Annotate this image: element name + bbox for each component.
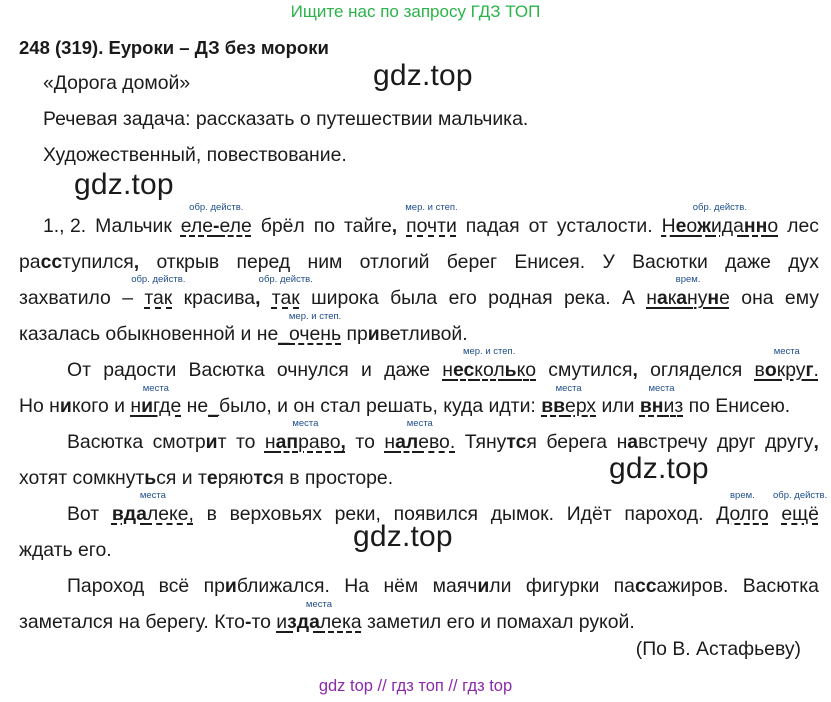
source-attribution: (По В. Астафьеву) (635, 638, 801, 660)
text-title: «Дорога домой» (43, 72, 191, 94)
watermark: gdz.top (609, 452, 709, 485)
watermark: gdz.top (373, 59, 473, 92)
text-line: ждать его. (19, 539, 112, 561)
annotated-word: Неожиданно (662, 214, 779, 238)
annotated-word: вверх (541, 395, 596, 417)
annotated-word: налево. (384, 430, 455, 454)
annotated-word: вниз (640, 395, 683, 417)
text-line: заметался на берегу. Кто-то издалека зам… (19, 610, 635, 634)
annotated-word: накануне (646, 286, 730, 310)
annotated-word: так (272, 286, 300, 310)
text-line: Но никого и нигде не_было, и он стал реш… (19, 394, 790, 418)
top-banner[interactable]: Ищите нас по запросу ГДЗ ТОП (0, 2, 831, 22)
footer-links[interactable]: gdz top // гдз топ // гдз top (0, 677, 831, 696)
text-line: расступился, открыв перед ним отлогий берег Ен… (19, 251, 819, 273)
annotated-word: направо, (265, 430, 346, 454)
annotated-word: почти (406, 214, 457, 238)
annotated-word: нигде (130, 395, 181, 417)
annotated-word: еле-еле (181, 214, 252, 238)
text-style: Художественный, повествование. (43, 144, 347, 166)
text-line: Васюткасмотритто направо, то налево. Тян… (67, 430, 819, 454)
annotated-word: Долго (716, 502, 768, 526)
annotated-word: ещё (781, 502, 819, 526)
text-line: Вот вдалеке, вверховьяхреки,появилсядымо… (67, 502, 819, 526)
exercise-heading: 248 (319). Еуроки – ДЗ без мороки (19, 37, 329, 58)
watermark: gdz.top (74, 168, 174, 201)
text-speech-task: Речевая задача: рассказать о путешествии… (43, 108, 529, 130)
text-line: 1., 2.Мальчик еле-еле брёлпотайге, почти… (43, 214, 819, 238)
text-line: ОтрадостиВасюткаочнулсяидаже несколько с… (67, 358, 819, 382)
annotated-word: очень (289, 323, 341, 345)
annotated-word: несколько (442, 358, 536, 382)
text-line: Пароход всё приближался. На нём маячили фигурк… (67, 575, 819, 597)
annotated-word: вдалеке, (112, 502, 194, 526)
text-line: казалась обыкновенной и не_очень приветл… (19, 322, 468, 346)
text-line: хотят сомкнуться и теряются в просторе. (19, 467, 394, 489)
annotated-word: издалека (276, 611, 361, 633)
annotated-word: вокруг. (755, 358, 819, 382)
text-line: захватило– так красива, так широкабылаег… (19, 286, 819, 310)
annotated-word: так (144, 286, 172, 310)
